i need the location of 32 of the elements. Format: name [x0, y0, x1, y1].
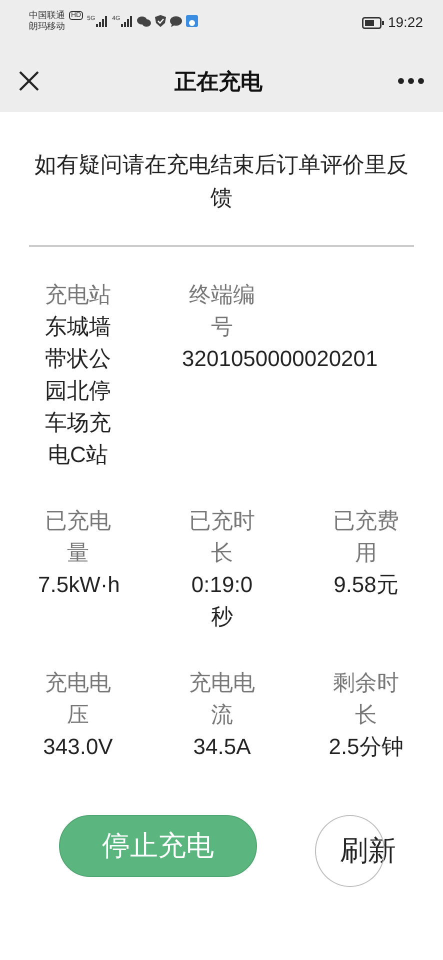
info-label: 终端编号: [188, 281, 256, 341]
info-label: 充电站: [44, 281, 112, 309]
more-icon: [397, 76, 425, 85]
info-value: 0:19:0秒: [190, 571, 254, 631]
signal-icon: [95, 16, 108, 27]
info-value: 9.58元: [332, 571, 400, 599]
close-button[interactable]: [18, 69, 40, 93]
info-value: 2.5分钟: [328, 733, 404, 761]
chat-bubbles-icon: [137, 16, 152, 27]
app-icon: [186, 15, 198, 28]
carrier-name: 中国联通: [29, 10, 65, 22]
clock-time: 19:22: [388, 14, 423, 32]
info-label: 剩余时长: [332, 669, 400, 729]
info-label: 已充时长: [188, 507, 256, 567]
chat-bubble-icon: [170, 16, 182, 27]
carrier-name: 朗玛移动: [29, 21, 66, 32]
info-label: 充电电流: [188, 669, 256, 729]
info-label: 已充电量: [44, 507, 112, 567]
info-value: 7.5kW·h: [38, 571, 120, 599]
close-icon: [18, 70, 40, 92]
info-label: 已充费用: [332, 507, 400, 567]
shield-icon: [155, 15, 166, 28]
info-label: 充电电压: [44, 669, 112, 729]
info-value: 东城墙带状公园北停车场充电C站: [44, 313, 112, 469]
page-title: 正在充电: [174, 68, 264, 96]
notice-text: 如有疑问请在充电结束后订单评价里反馈: [34, 151, 410, 212]
refresh-button[interactable]: 刷新: [315, 815, 396, 887]
battery-icon: [362, 16, 384, 29]
info-value: 34.5A: [192, 733, 252, 761]
signal-icon: [120, 16, 134, 27]
info-value: 343.0V: [42, 733, 114, 761]
info-value: 3201050000020201: [182, 345, 378, 373]
